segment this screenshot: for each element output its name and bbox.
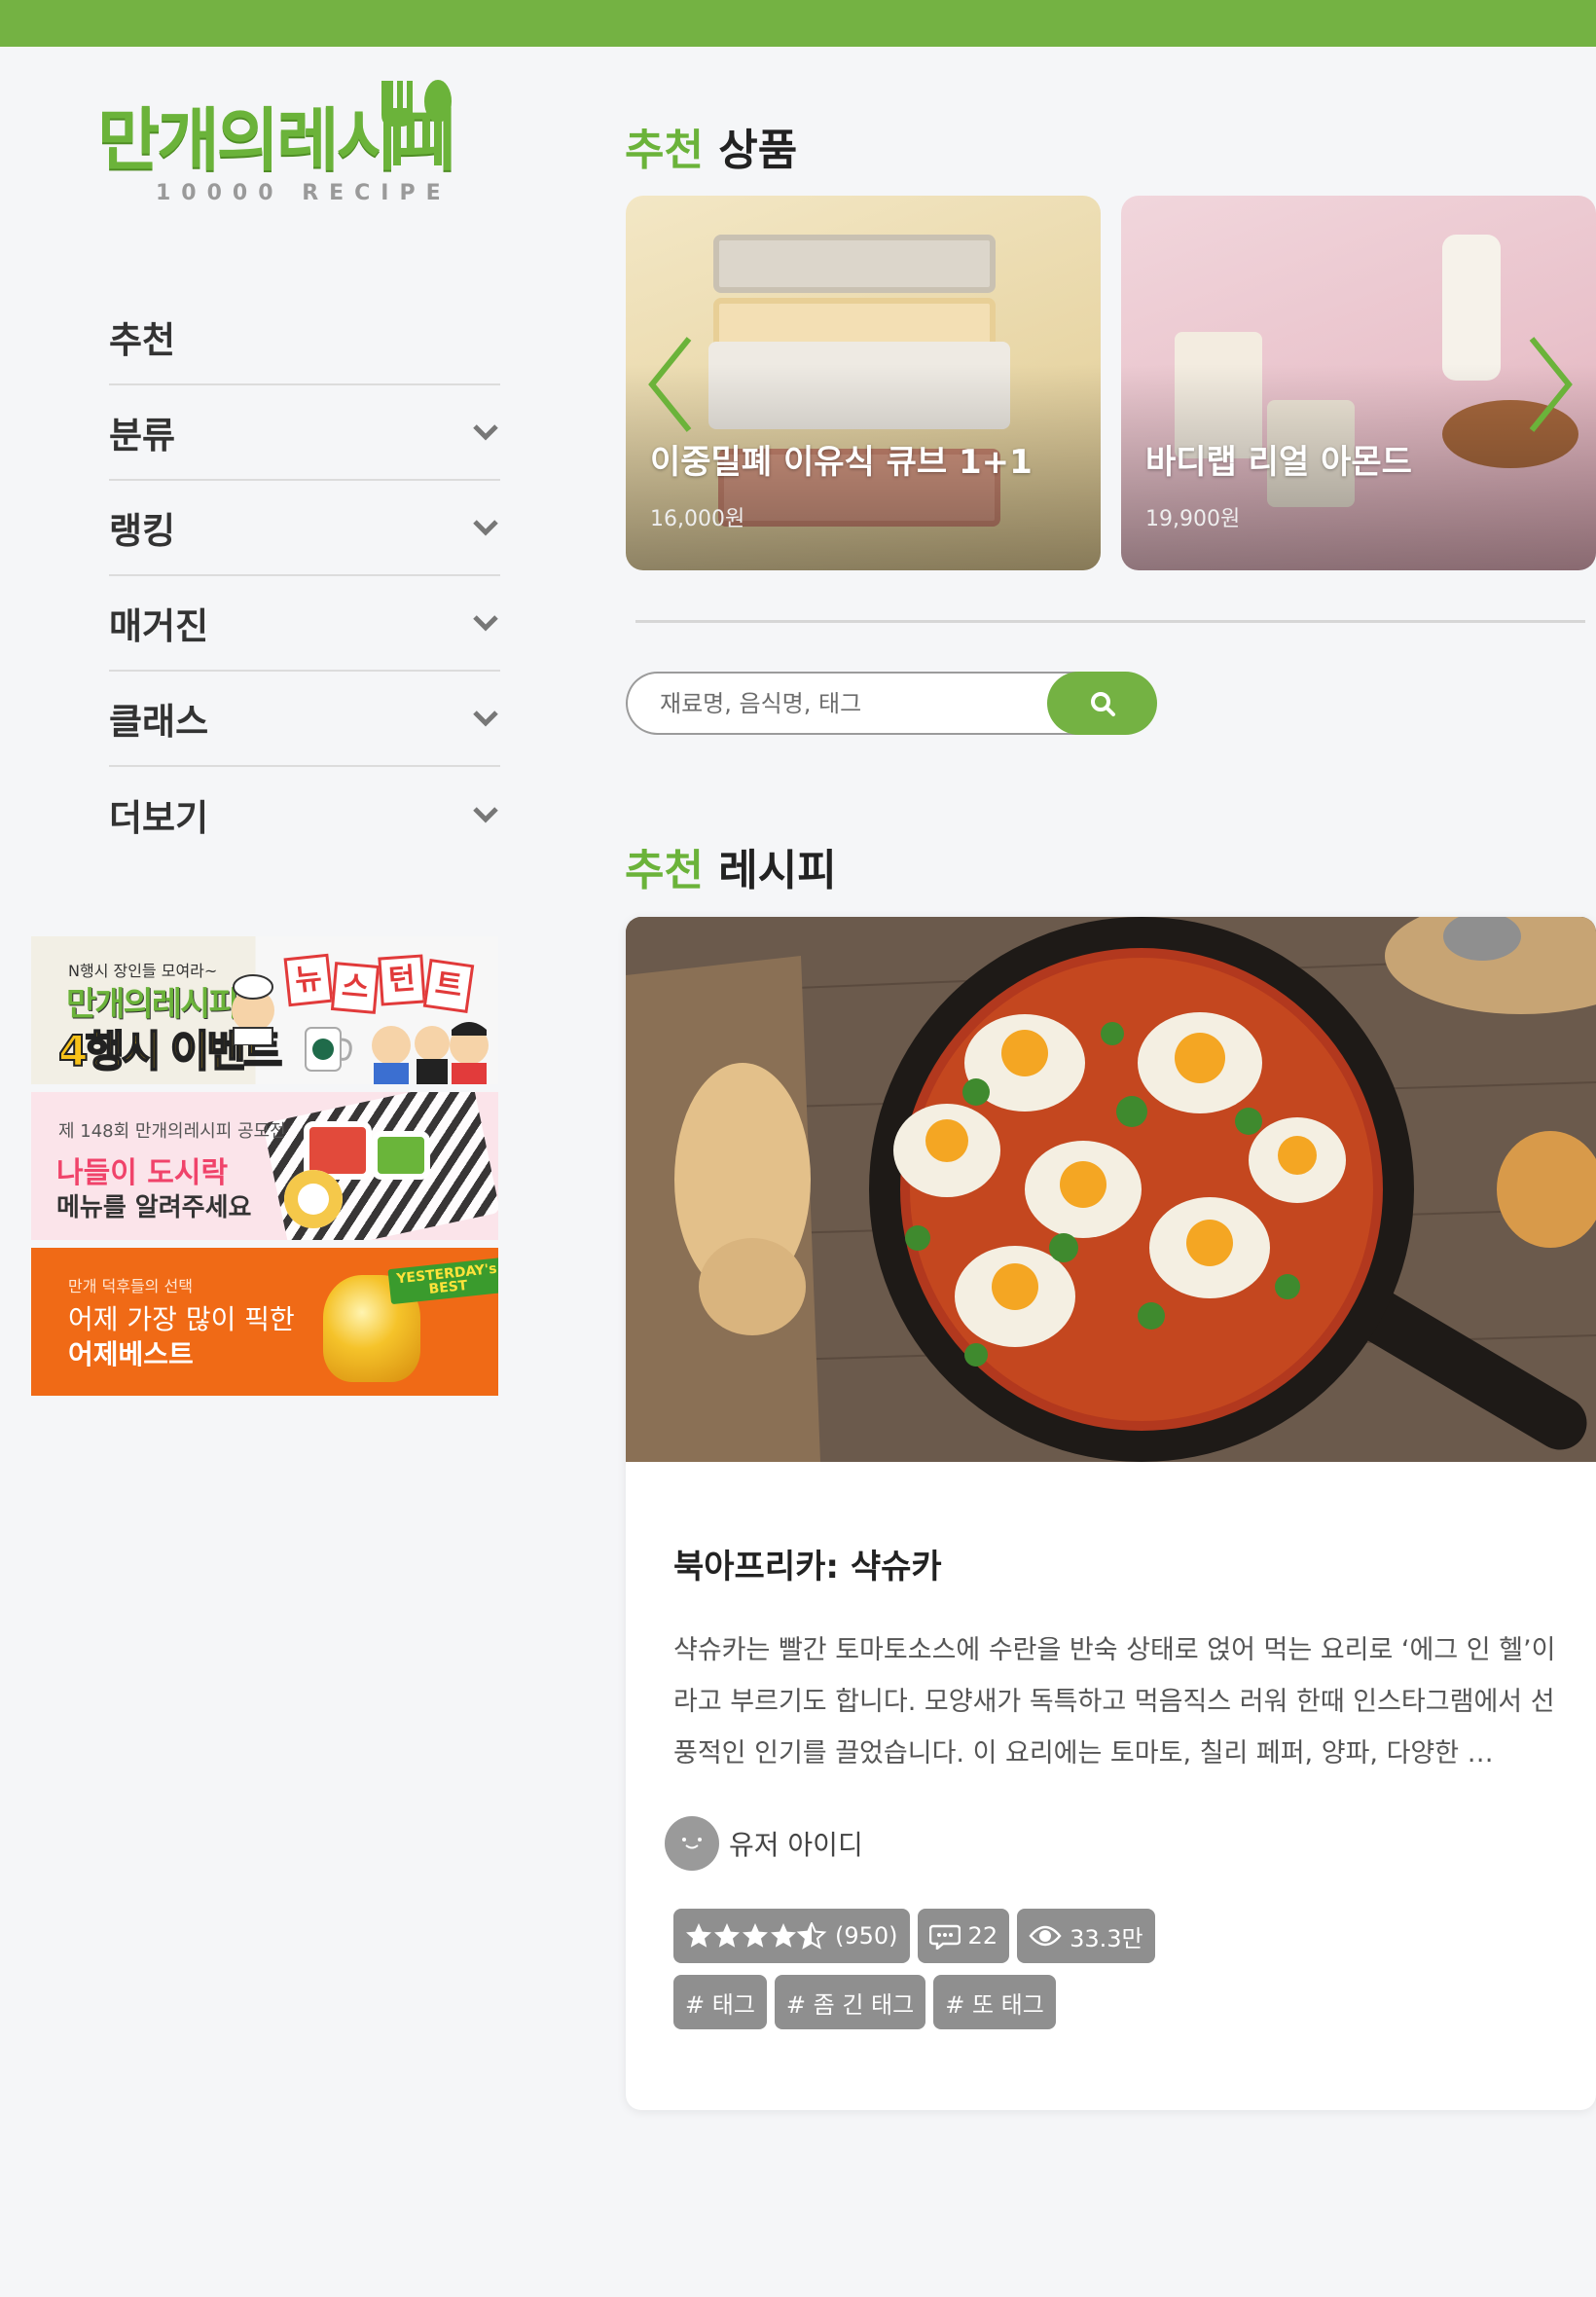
product-image xyxy=(713,235,996,293)
author-name: 유저 아이디 xyxy=(729,1829,863,1861)
search-icon xyxy=(1090,691,1115,716)
nav-item-more[interactable]: 더보기 xyxy=(109,767,500,862)
cartoon-characters-illustration xyxy=(372,1022,489,1084)
product-name: 이중밀폐 이유식 큐브 1+1 xyxy=(650,443,1033,482)
chevron-down-icon xyxy=(471,513,500,542)
recipe-description: 샥슈카는 빨간 토마토소스에 수란을 반숙 상태로 얹어 먹는 요리로 ‘에그 … xyxy=(673,1635,1556,1768)
section-title-accent: 추천 xyxy=(625,846,704,895)
banner-small-text: 만개 덕후들의 선택 xyxy=(68,1277,193,1295)
nav-item-magazine[interactable]: 매거진 xyxy=(109,576,500,672)
product-price: 16,000원 xyxy=(650,507,745,531)
product-card[interactable]: 이중밀폐 이유식 큐브 1+1 16,000원 xyxy=(626,196,1101,570)
news-letter: 트 xyxy=(422,959,475,1013)
nav-item-category[interactable]: 분류 xyxy=(109,385,500,481)
recipe-image xyxy=(626,917,1596,1462)
chevron-down-icon xyxy=(471,800,500,829)
product-price: 19,900원 xyxy=(1145,507,1241,531)
chevron-down-icon xyxy=(471,608,500,638)
carousel-next-arrow-icon[interactable] xyxy=(1524,331,1577,438)
avatar xyxy=(665,1816,719,1871)
logo-subtitle: 10000 RECIPE xyxy=(156,181,452,205)
site-logo[interactable]: 만개의레시피 10000 RECIPE xyxy=(97,76,467,217)
comment-count-badge: 22 xyxy=(917,1909,1010,1963)
spoon-fork-icon xyxy=(381,80,452,165)
recipe-title: 북아프리카: 샥슈카 xyxy=(673,1548,942,1586)
sidebar-nav: 추천 분류 랭킹 매거진 클래스 더보기 xyxy=(109,290,500,862)
chevron-down-icon xyxy=(471,704,500,733)
nav-item-label: 클래스 xyxy=(109,701,209,743)
chevron-down-icon xyxy=(471,418,500,447)
view-count: 33.3만 xyxy=(1070,1924,1143,1952)
rating-count: (950) xyxy=(835,1922,898,1950)
tag-chip[interactable]: # 태그 xyxy=(673,1975,767,2029)
section-title-text: 레시피 xyxy=(718,846,837,895)
nav-item-label: 더보기 xyxy=(109,797,209,839)
carousel-prev-arrow-icon[interactable] xyxy=(644,331,697,438)
chef-character-illustration xyxy=(232,974,274,1045)
news-tent-badge: 뉴 스 턴 트 xyxy=(283,953,475,1014)
tag-chip[interactable]: # 또 태그 xyxy=(933,1975,1056,2029)
product-name: 바디랩 리얼 아몬드 xyxy=(1145,443,1412,482)
search-input[interactable] xyxy=(626,672,1083,735)
banner-lunchbox-contest[interactable]: 제 148회 만개의레시피 공모전 나들이 도시락 메뉴를 알려주세요 xyxy=(31,1092,498,1240)
comment-icon xyxy=(928,1924,961,1950)
event-banners: N행시 장인들 모여라~ 만개의레시피 4행시 이벤트 뉴 스 턴 트 제 14… xyxy=(31,936,498,1404)
recipe-stats: (950) 22 33.3만 xyxy=(673,1909,1155,1963)
products-section-title: 추천 상품 xyxy=(625,115,797,177)
recipe-card[interactable]: 북아프리카: 샥슈카 샥슈카는 빨간 토마토소스에 수란을 반숙 상태로 얹어 … xyxy=(626,917,1596,2110)
recipe-author[interactable]: 유저 아이디 xyxy=(665,1816,863,1871)
nav-item-label: 분류 xyxy=(109,415,176,456)
lunchbox-food-illustration xyxy=(372,1131,430,1180)
comment-count: 22 xyxy=(967,1922,998,1950)
search-bar xyxy=(626,672,1157,735)
nav-item-label: 매거진 xyxy=(109,605,209,647)
nav-item-label: 랭킹 xyxy=(109,510,176,552)
banner-title: 어제베스트 xyxy=(68,1338,194,1370)
eye-icon xyxy=(1029,1925,1062,1947)
product-carousel: 이중밀폐 이유식 큐브 1+1 16,000원 바디랩 리얼 아몬드 19,90… xyxy=(626,196,1596,570)
nav-item-label: 추천 xyxy=(109,319,176,361)
search-button[interactable] xyxy=(1047,672,1157,735)
shakshuka-photo xyxy=(626,917,1596,1462)
nav-item-ranking[interactable]: 랭킹 xyxy=(109,481,500,576)
yesterday-best-badge: YESTERDAY's BEST xyxy=(387,1257,498,1305)
rating-badge: (950) xyxy=(673,1909,910,1963)
section-title-text: 상품 xyxy=(718,126,798,175)
top-accent-bar xyxy=(0,0,1596,47)
banner-title: 어제 가장 많이 픽한 xyxy=(68,1303,295,1335)
banner-4-line-poem-event[interactable]: N행시 장인들 모여라~ 만개의레시피 4행시 이벤트 뉴 스 턴 트 xyxy=(31,936,498,1084)
banner-subtitle: 메뉴를 알려주세요 xyxy=(56,1193,252,1222)
smile-face-icon xyxy=(682,1838,702,1849)
section-title-accent: 추천 xyxy=(625,126,704,175)
section-divider xyxy=(635,620,1585,623)
recipe-tags: # 태그 # 좀 긴 태그 # 또 태그 xyxy=(673,1975,1056,2029)
banner-small-text: 제 148회 만개의레시피 공모전 xyxy=(58,1121,286,1142)
news-letter: 턴 xyxy=(378,954,426,1006)
banner-yesterday-best[interactable]: 만개 덕후들의 선택 어제 가장 많이 픽한 어제베스트 YESTERDAY's… xyxy=(31,1248,498,1396)
lunchbox-food-illustration xyxy=(284,1170,343,1228)
nav-item-class[interactable]: 클래스 xyxy=(109,672,500,767)
star-rating-icon xyxy=(686,1922,825,1949)
recipes-section-title: 추천 레시피 xyxy=(625,835,837,897)
nav-item-recommend[interactable]: 추천 xyxy=(109,290,500,385)
banner-title: 나들이 도시락 xyxy=(56,1156,229,1190)
coffee-cup-icon xyxy=(305,1027,352,1072)
view-count-badge: 33.3만 xyxy=(1017,1909,1155,1963)
tag-chip[interactable]: # 좀 긴 태그 xyxy=(774,1975,926,2029)
product-image xyxy=(1442,235,1501,381)
